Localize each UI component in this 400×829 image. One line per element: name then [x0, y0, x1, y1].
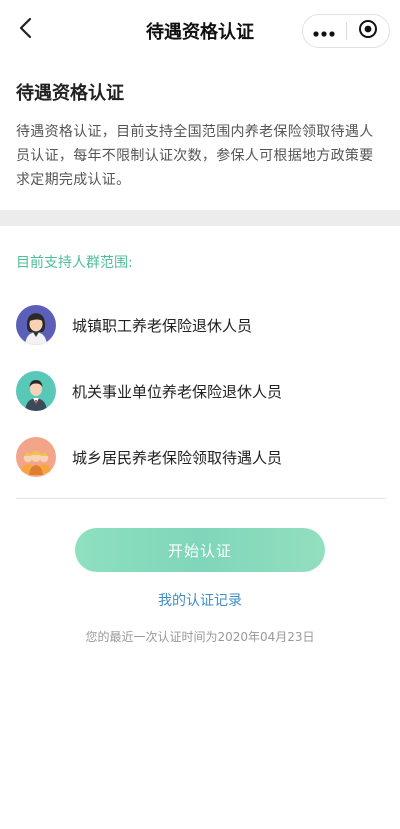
- female-worker-avatar-icon: [16, 305, 56, 345]
- intro-title: 待遇资格认证: [16, 83, 124, 104]
- group-label: 城镇职工养老保险退休人员: [72, 316, 253, 335]
- section-separator: [0, 210, 400, 226]
- start-verification-button[interactable]: 开始认证: [75, 528, 325, 572]
- list-item: 机关事业单位养老保险退休人员: [16, 358, 386, 424]
- list-item: 城镇职工养老保险退休人员: [16, 292, 386, 358]
- last-verification-time: 您的最近一次认证时间为2020年04月23日: [85, 630, 315, 644]
- groups-label: 目前支持人群范围:: [16, 255, 133, 271]
- back-button[interactable]: [12, 17, 38, 43]
- group-label: 机关事业单位养老保险退休人员: [72, 382, 283, 401]
- intro-text: 待遇资格认证，目前支持全国范围内养老保险领取待遇人员认证，每年不限制认证次数，参…: [16, 124, 374, 188]
- male-official-avatar-icon: [16, 371, 56, 411]
- my-records-link[interactable]: 我的认证记录: [0, 590, 400, 610]
- group-list: 城镇职工养老保险退休人员 机关事业单位养老保险退休人员 城乡居民养老保险领取待遇…: [16, 292, 386, 490]
- more-button[interactable]: [303, 15, 346, 47]
- target-close-icon: [358, 19, 378, 43]
- list-item: 城乡居民养老保险领取待遇人员: [16, 424, 386, 490]
- close-button[interactable]: [347, 15, 390, 47]
- group-label: 城乡居民养老保险领取待遇人员: [72, 448, 283, 467]
- more-dots-icon: [313, 22, 335, 41]
- navbar: 待遇资格认证: [0, 0, 400, 62]
- divider: [16, 498, 386, 499]
- mini-program-capsule: [302, 14, 390, 48]
- chevron-left-icon: [18, 17, 32, 43]
- residents-avatar-icon: [16, 437, 56, 477]
- intro-section: 待遇资格认证 待遇资格认证，目前支持全国范围内养老保险领取待遇人员认证，每年不限…: [0, 62, 400, 192]
